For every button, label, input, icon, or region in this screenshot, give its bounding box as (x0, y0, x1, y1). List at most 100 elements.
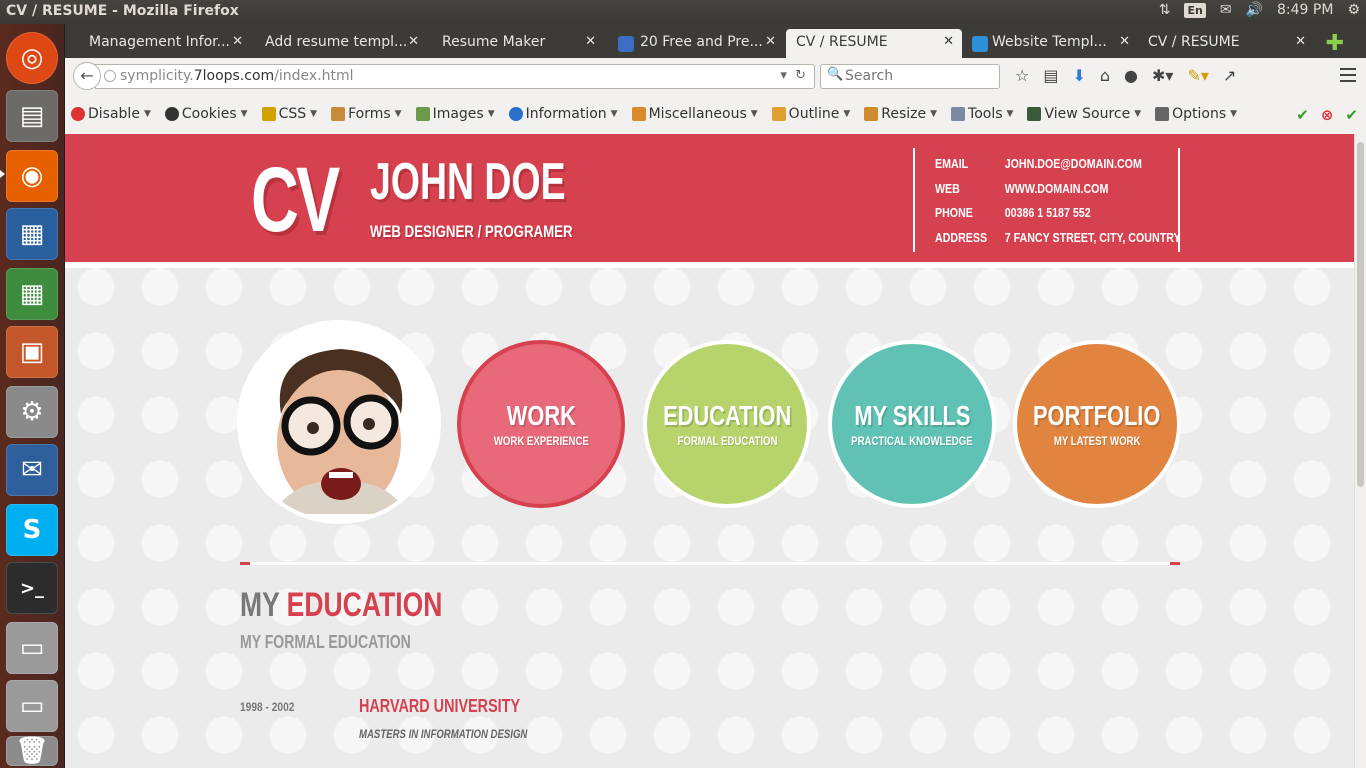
close-tab-icon[interactable]: ✕ (1295, 34, 1306, 49)
resize-icon (864, 107, 879, 121)
home-icon[interactable]: ⌂ (1100, 66, 1110, 85)
devbar-outline[interactable]: Outline ▼ (771, 106, 850, 122)
reading-list-icon[interactable]: ▤ (1043, 66, 1058, 85)
devbar-information[interactable]: Information ▼ (508, 106, 618, 122)
devbar-options[interactable]: Options ▼ (1155, 106, 1237, 122)
extension-icon[interactable]: ✱▾ (1152, 66, 1173, 85)
close-tab-icon[interactable]: ✕ (943, 34, 954, 49)
tab-cv-resume-active[interactable]: CV / RESUME ✕ (786, 29, 962, 58)
contact-value: 7 FANCY STREET, CITY, COUNTRY (1004, 230, 1181, 245)
tab-label: Add resume templ... (265, 34, 408, 50)
cv-logo: CV (251, 149, 340, 251)
back-button[interactable]: ← (73, 62, 101, 90)
bookmark-star-icon[interactable]: ☆ (1015, 66, 1029, 85)
pencil-icon[interactable]: ✎▾ (1187, 66, 1208, 85)
tool-icon[interactable]: ↗ (1223, 66, 1236, 85)
miscellaneous-icon (631, 107, 646, 121)
ubuntu-dash-icon[interactable]: ◎ (6, 32, 58, 84)
tab-website-templates[interactable]: Website Templ... ✕ (962, 29, 1138, 58)
drive-icon[interactable]: ▭ (6, 622, 58, 674)
contact-value[interactable]: WWW.DOMAIN.COM (1005, 181, 1109, 196)
nav-circle-my-skills[interactable]: MY SKILLS PRACTICAL KNOWLEDGE (832, 344, 992, 504)
contact-web: WEB WWW.DOMAIN.COM (935, 181, 1108, 196)
files-icon[interactable]: ▤ (6, 90, 58, 142)
devbar-view-source[interactable]: View Source ▼ (1027, 106, 1141, 122)
devbar-label: Images (432, 106, 484, 122)
volume-icon[interactable]: 🔊 (1246, 2, 1263, 18)
devbar-label: Disable (88, 106, 140, 122)
contact-value[interactable]: JOHN.DOE@DOMAIN.COM (1005, 156, 1142, 171)
error-icon[interactable]: ⊗ (1321, 106, 1334, 124)
nav-circle-education[interactable]: EDUCATION FORMAL EDUCATION (647, 344, 807, 504)
devbar-disable[interactable]: Disable ▼ (71, 106, 151, 122)
keyboard-layout-indicator[interactable]: En (1184, 2, 1206, 18)
terminal-icon[interactable]: >_ (6, 562, 58, 614)
url-prefix: symplicity. (120, 68, 194, 84)
tab-add-resume[interactable]: Add resume templ... ✕ (241, 29, 427, 58)
contact-key: EMAIL (935, 156, 969, 171)
contact-value: 00386 1 5187 552 (1004, 205, 1091, 220)
devbar-label: Cookies (181, 106, 237, 122)
clock[interactable]: 8:49 PM (1277, 2, 1333, 18)
close-tab-icon[interactable]: ✕ (765, 34, 776, 49)
disable-icon (71, 107, 85, 121)
devbar-forms[interactable]: Forms ▼ (331, 106, 402, 122)
devbar-resize[interactable]: Resize ▼ (864, 106, 937, 122)
thunderbird-icon[interactable]: ✉ (6, 444, 58, 496)
drive-icon-2[interactable]: ▭ (6, 680, 58, 732)
tab-management-info[interactable]: Management Infor... ✕ (65, 29, 251, 58)
devbar-tools[interactable]: Tools ▼ (951, 106, 1013, 122)
trash-icon[interactable]: 🗑 (6, 736, 58, 766)
close-tab-icon[interactable]: ✕ (1119, 34, 1130, 49)
firefox-icon[interactable]: ◉ (6, 150, 58, 202)
reload-icon[interactable]: ▾ ↻ (780, 68, 806, 83)
tab-20-free[interactable]: 20 Free and Pre... ✕ (594, 29, 784, 58)
network-icon[interactable]: ⇅ (1159, 2, 1171, 18)
chevron-down-icon: ▼ (1006, 109, 1014, 119)
nav-circle-portfolio[interactable]: PORTFOLIO MY LATEST WORK (1017, 344, 1177, 504)
section-title: MY EDUCATION (240, 586, 442, 625)
section-divider (240, 562, 1180, 565)
calc-icon[interactable]: ▦ (6, 268, 58, 320)
tab-resume-maker[interactable]: Resume Maker ✕ (418, 29, 604, 58)
devbar-label: Forms (348, 106, 391, 122)
contact-info: EMAIL JOHN.DOE@DOMAIN.COM WEB WWW.DOMAIN.C… (913, 148, 1181, 252)
writer-icon[interactable]: ▦ (6, 208, 58, 260)
tab-label: 20 Free and Pre... (640, 34, 763, 50)
info-icon (508, 107, 523, 121)
settings-gear-icon[interactable]: ⚙ (1347, 2, 1360, 18)
download-icon[interactable]: ⬇ (1072, 66, 1085, 85)
search-placeholder: Search (845, 68, 894, 84)
images-icon (415, 107, 430, 121)
circle-title: PORTFOLIO (1033, 400, 1161, 431)
devbar-label: Outline (788, 106, 840, 122)
devbar-label: View Source (1044, 106, 1131, 122)
check-icon[interactable]: ✔ (1296, 106, 1309, 124)
unity-launcher: ◎ ▤ ◉ ▦ ▦ ▣ ⚙ ✉ S >_ ▭ ▭ 🗑 (0, 24, 65, 768)
chevron-down-icon: ▼ (1134, 109, 1142, 119)
devbar-miscellaneous[interactable]: Miscellaneous ▼ (631, 106, 758, 122)
nav-circle-work[interactable]: WORK WORK EXPERIENCE (461, 344, 621, 504)
tab-label: CV / RESUME (1148, 34, 1240, 50)
hamburger-menu-icon[interactable] (1340, 68, 1356, 82)
devbar-cookies[interactable]: Cookies ▼ (164, 106, 248, 122)
search-bar[interactable]: 🔍 Search (820, 64, 1000, 89)
site-favicon-icon (972, 36, 988, 52)
devbar-css[interactable]: CSS ▼ (261, 106, 317, 122)
impress-icon[interactable]: ▣ (6, 326, 58, 378)
devbar-label: Tools (968, 106, 1003, 122)
check-icon-2[interactable]: ✔ (1345, 106, 1358, 124)
skype-icon[interactable]: S (6, 504, 58, 556)
url-bar[interactable]: symplicity.7loops.com/index.html ▾ ↻ (95, 64, 815, 89)
tab-cv-resume-2[interactable]: CV / RESUME ✕ (1138, 29, 1314, 58)
education-description-cutoff (359, 760, 1179, 768)
mail-icon[interactable]: ✉ (1220, 2, 1232, 18)
scrollbar-thumb[interactable] (1357, 142, 1364, 487)
system-settings-icon[interactable]: ⚙ (6, 386, 58, 438)
page-scrollbar[interactable] (1354, 134, 1366, 768)
chat-icon[interactable]: ● (1124, 66, 1138, 85)
new-tab-plus-icon[interactable]: ✚ (1326, 31, 1344, 56)
devbar-images[interactable]: Images ▼ (415, 106, 495, 122)
url-path: /index.html (274, 68, 354, 84)
section-subtitle: MY FORMAL EDUCATION (240, 632, 411, 652)
